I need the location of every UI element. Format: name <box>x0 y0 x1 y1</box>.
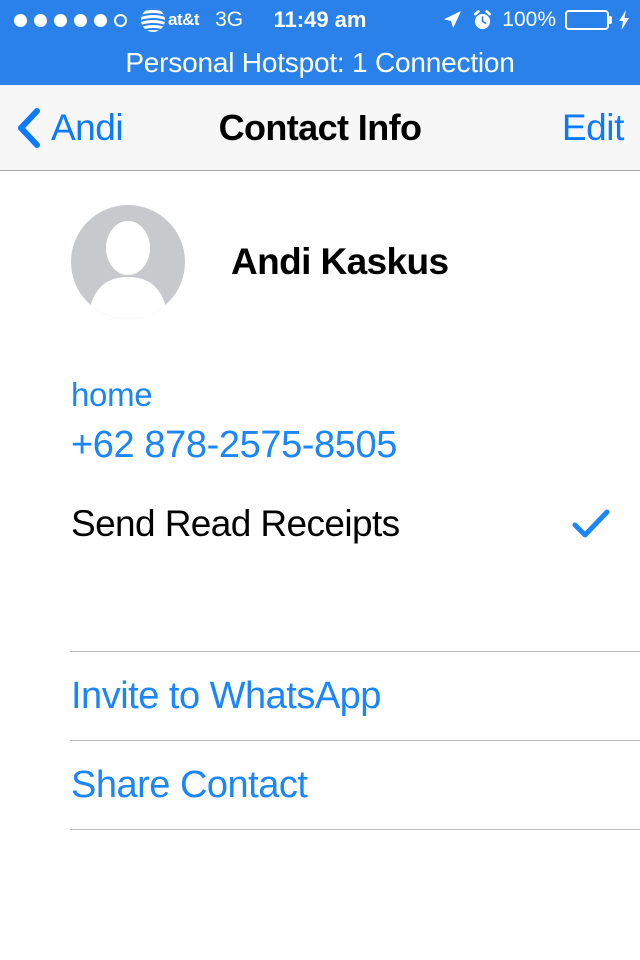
phone-label[interactable]: home <box>71 376 397 414</box>
edit-button[interactable]: Edit <box>562 85 625 170</box>
list-separator <box>70 829 640 830</box>
avatar[interactable] <box>71 205 185 319</box>
signal-strength-indicator <box>14 13 127 27</box>
lightning-bolt-icon <box>619 10 629 30</box>
battery-nub <box>609 16 612 24</box>
invite-to-whatsapp-row[interactable]: Invite to WhatsApp <box>0 652 640 740</box>
send-read-receipts-label: Send Read Receipts <box>71 503 400 544</box>
hotspot-banner-label: Personal Hotspot: 1 Connection <box>125 46 515 78</box>
page-title: Contact Info <box>218 106 422 148</box>
carrier-logo: at&t <box>140 7 200 33</box>
location-arrow-icon <box>444 11 462 28</box>
navigation-bar: Andi Contact Info Edit <box>0 85 640 171</box>
att-globe-icon <box>141 8 165 32</box>
carrier-name: at&t <box>168 10 200 29</box>
phone-number[interactable]: +62 878-2575-8505 <box>71 424 397 467</box>
signal-dot <box>54 13 67 27</box>
contact-name: Andi Kaskus <box>231 241 449 282</box>
signal-dot <box>34 13 47 27</box>
battery-icon <box>565 10 612 30</box>
signal-dot-empty <box>114 13 127 27</box>
personal-hotspot-banner[interactable]: Personal Hotspot: 1 Connection <box>0 40 640 85</box>
contact-header: Andi Kaskus <box>0 172 640 352</box>
checkmark-icon <box>572 509 610 538</box>
network-type-label: 3G <box>215 8 244 31</box>
status-bar-right-group: 100% <box>441 0 630 40</box>
send-read-receipts-row[interactable]: Send Read Receipts <box>0 498 640 550</box>
signal-dot <box>74 13 87 27</box>
share-contact-row[interactable]: Share Contact <box>0 741 640 829</box>
signal-dot <box>14 13 27 27</box>
invite-to-whatsapp-label: Invite to WhatsApp <box>71 674 381 717</box>
alarm-clock-icon <box>474 9 492 29</box>
battery-percentage: 100% <box>502 8 556 31</box>
phone-field: home +62 878-2575-8505 <box>71 376 397 467</box>
signal-dot <box>94 13 107 27</box>
share-contact-label: Share Contact <box>71 763 308 806</box>
person-placeholder-icon <box>88 221 168 319</box>
